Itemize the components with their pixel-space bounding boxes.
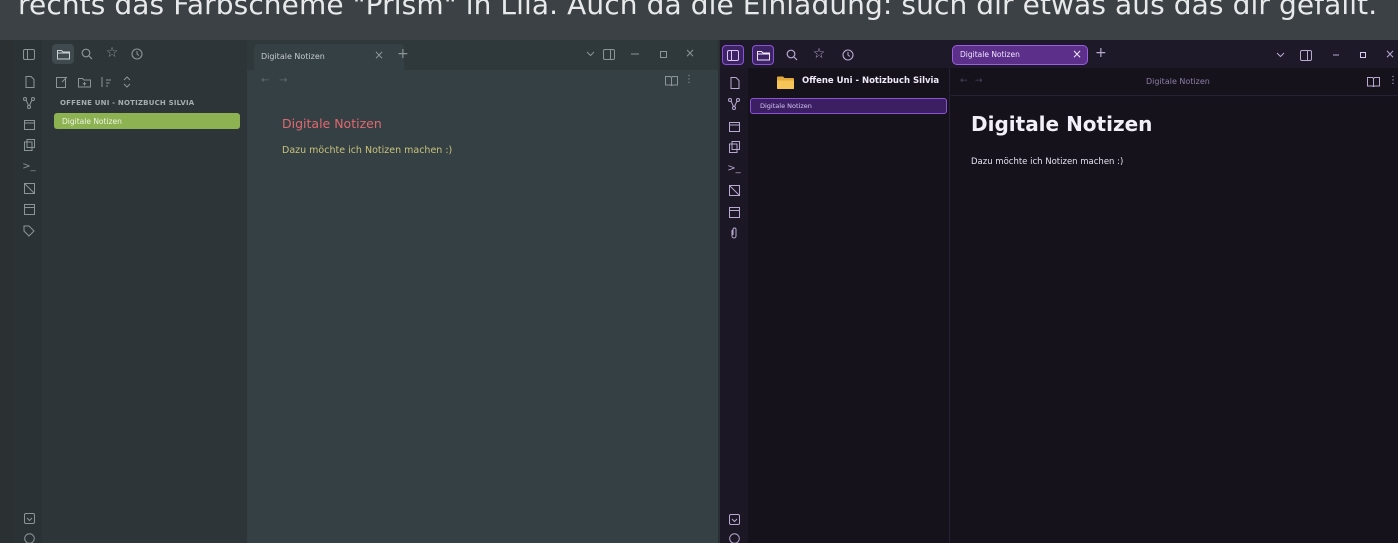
vault-name[interactable]: Offene Uni - Notizbuch Silvia	[802, 76, 939, 86]
terminal-icon[interactable]: >_	[22, 160, 36, 174]
back-arrow-icon[interactable]: ←	[261, 75, 269, 86]
caption-text: rechts das Farbscheme "Prism" in Lila. A…	[18, 0, 1378, 21]
clock-icon[interactable]	[130, 47, 144, 61]
templates-icon[interactable]	[22, 138, 36, 152]
folder-icon	[756, 49, 770, 62]
tab-title: Digitale Notizen	[261, 52, 325, 61]
search-icon[interactable]	[80, 47, 94, 61]
split-view-icon[interactable]	[1299, 48, 1313, 62]
chevron-down-icon[interactable]	[584, 48, 596, 60]
vault-switcher-icon[interactable]	[727, 512, 741, 526]
layout-icon[interactable]	[22, 202, 36, 216]
sidebar-toggle-icon	[726, 49, 740, 62]
forward-arrow-icon[interactable]: →	[279, 75, 287, 86]
folder-icon[interactable]	[56, 47, 70, 61]
minimize-icon[interactable]	[1330, 49, 1342, 61]
left-obsidian-window: ☆ Digitale Notizen × + × >_ OFFENE UNI -…	[14, 40, 718, 543]
canvas-icon[interactable]	[22, 181, 36, 195]
layout-icon[interactable]	[727, 205, 741, 219]
search-icon[interactable]	[785, 48, 799, 62]
new-tab-button[interactable]: +	[397, 46, 409, 62]
vault-switcher-icon[interactable]	[22, 511, 36, 525]
note-title: Digitale Notizen	[971, 112, 1153, 136]
graph-view-icon[interactable]	[727, 97, 741, 111]
more-options-icon[interactable]: ⋮	[1388, 75, 1398, 86]
note-body: Dazu möchte ich Notizen machen :)	[971, 157, 1124, 167]
more-options-icon[interactable]: ⋮	[684, 74, 694, 85]
graph-view-icon[interactable]	[22, 96, 36, 110]
star-icon[interactable]: ☆	[812, 47, 826, 61]
sort-icon[interactable]	[99, 75, 113, 89]
right-editor	[951, 68, 1398, 543]
new-note-icon[interactable]	[55, 75, 69, 89]
open-quick-switcher-icon[interactable]	[22, 75, 36, 89]
left-ribbon	[14, 40, 42, 543]
calendar-icon[interactable]	[727, 119, 741, 133]
reading-view-icon[interactable]	[1366, 76, 1380, 88]
paperclip-icon[interactable]	[727, 226, 741, 240]
forward-arrow-icon[interactable]: →	[975, 76, 983, 86]
split-view-icon[interactable]	[602, 47, 616, 61]
collapse-all-icon[interactable]	[120, 75, 134, 89]
back-arrow-icon[interactable]: ←	[960, 76, 968, 86]
file-item-label: Digitale Notizen	[62, 117, 122, 126]
note-title: Digitale Notizen	[282, 116, 382, 131]
right-file-explorer	[748, 68, 950, 543]
tab-close-icon[interactable]: ×	[374, 48, 384, 62]
terminal-icon[interactable]: >_	[727, 162, 741, 176]
star-icon[interactable]: ☆	[105, 46, 119, 60]
new-folder-icon[interactable]	[77, 75, 91, 89]
templates-icon[interactable]	[727, 140, 741, 154]
clock-icon[interactable]	[841, 48, 855, 62]
help-icon[interactable]	[727, 531, 741, 543]
view-title: Digitale Notizen	[1146, 77, 1210, 86]
canvas-icon[interactable]	[727, 183, 741, 197]
folder-emoji-icon	[776, 75, 794, 89]
caption-bar: rechts das Farbscheme "Prism" in Lila. A…	[0, 0, 1398, 40]
maximize-icon[interactable]	[657, 48, 669, 60]
new-tab-button[interactable]: +	[1095, 45, 1107, 61]
tag-icon[interactable]	[22, 224, 36, 238]
file-item-label: Digitale Notizen	[760, 102, 812, 110]
chevron-down-icon[interactable]	[1274, 49, 1286, 61]
close-icon[interactable]: ×	[1384, 48, 1396, 60]
tab-close-icon[interactable]: ×	[1072, 47, 1082, 61]
reading-view-icon[interactable]	[664, 75, 678, 87]
right-obsidian-window: ☆ Digitale Notizen × + × >_ Offene Uni -…	[720, 40, 1398, 543]
tab-title: Digitale Notizen	[960, 50, 1020, 59]
sidebar-toggle-icon[interactable]	[22, 47, 36, 61]
minimize-icon[interactable]	[629, 48, 641, 60]
open-quick-switcher-icon[interactable]	[727, 76, 741, 90]
help-icon[interactable]	[22, 531, 36, 543]
note-body: Dazu möchte ich Notizen machen :)	[282, 145, 453, 156]
vault-name[interactable]: OFFENE UNI - NOTIZBUCH SILVIA	[60, 99, 194, 107]
calendar-icon[interactable]	[22, 117, 36, 131]
close-icon[interactable]: ×	[684, 47, 696, 59]
maximize-icon[interactable]	[1357, 49, 1369, 61]
